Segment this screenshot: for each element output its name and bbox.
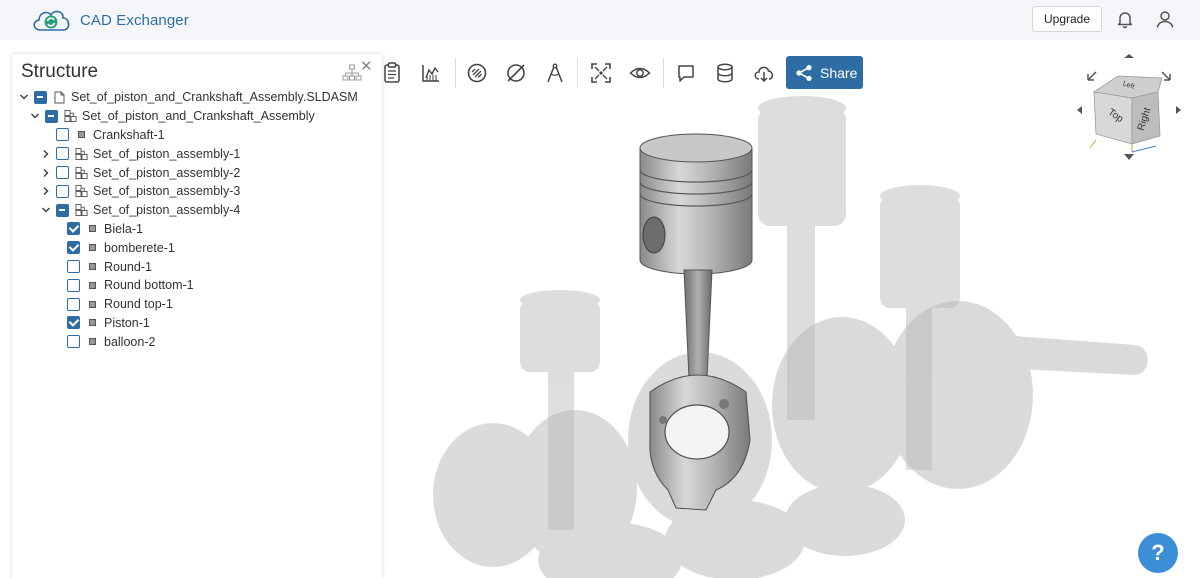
toolbar-separator	[455, 58, 456, 88]
render-style-icon[interactable]	[465, 61, 489, 85]
hide-geometry-icon[interactable]	[504, 61, 528, 85]
chevron-down-icon[interactable]	[18, 91, 30, 103]
visibility-checkbox[interactable]	[56, 166, 69, 180]
assembly-icon	[75, 166, 88, 179]
structure-title: Structure	[21, 61, 99, 82]
nav-arrow-right-icon	[1176, 106, 1181, 114]
cloud-download-icon[interactable]	[752, 61, 776, 85]
part-icon	[86, 279, 99, 292]
file-icon	[53, 91, 66, 104]
part-icon	[86, 316, 99, 329]
tree-view-icon[interactable]	[342, 64, 362, 84]
bell-icon[interactable]	[1114, 8, 1136, 30]
tree-node-label: Set_of_piston_and_Crankshaft_Assembly	[82, 109, 315, 124]
tree-row[interactable]: bomberete-1	[12, 238, 382, 257]
nav-arrow-down-icon	[1124, 154, 1134, 160]
share-button[interactable]: Share	[786, 56, 863, 89]
visibility-checkbox[interactable]	[56, 147, 69, 161]
tree-node-label: Biela-1	[104, 221, 143, 236]
structure-tree: Set_of_piston_and_Crankshaft_Assembly.SL…	[12, 88, 382, 351]
visibility-checkbox[interactable]	[56, 184, 69, 198]
close-icon[interactable]: ✕	[360, 57, 373, 75]
tree-node-label: Round top-1	[104, 297, 173, 312]
visibility-checkbox[interactable]	[67, 335, 80, 349]
tree-row[interactable]: Set_of_piston_assembly-1	[12, 144, 382, 163]
part-icon	[86, 222, 99, 235]
tree-row[interactable]: Set_of_piston_and_Crankshaft_Assembly.SL…	[12, 88, 382, 107]
tree-node-label: Set_of_piston_and_Crankshaft_Assembly.SL…	[71, 90, 358, 105]
upgrade-button[interactable]: Upgrade	[1032, 6, 1102, 32]
cad-exchanger-logo-icon	[33, 10, 70, 31]
tree-row[interactable]: Crankshaft-1	[12, 126, 382, 145]
part-icon	[86, 298, 99, 311]
assembly-icon	[75, 147, 88, 160]
app-name: CAD Exchanger	[80, 11, 189, 29]
part-icon	[86, 241, 99, 254]
visibility-checkbox[interactable]	[56, 128, 69, 142]
tree-row[interactable]: Biela-1	[12, 220, 382, 239]
share-icon	[796, 64, 812, 81]
top-bar: CAD Exchanger Upgrade	[0, 0, 1200, 40]
tree-node-label: Set_of_piston_assembly-1	[93, 146, 241, 161]
rotate-up-right-icon	[1161, 71, 1171, 81]
nav-arrow-up-icon	[1124, 54, 1134, 58]
comment-icon[interactable]	[674, 61, 698, 85]
visibility-checkbox[interactable]	[67, 278, 80, 292]
tree-row[interactable]: Set_of_piston_and_Crankshaft_Assembly	[12, 107, 382, 126]
visibility-checkbox[interactable]	[45, 109, 58, 123]
fit-all-icon[interactable]	[589, 61, 613, 85]
tree-node-label: Set_of_piston_assembly-2	[93, 165, 241, 180]
tree-node-label: Crankshaft-1	[93, 127, 165, 142]
visibility-checkbox[interactable]	[67, 316, 80, 330]
tree-row[interactable]: Round-1	[12, 257, 382, 276]
structure-panel: Structure ✕ Set_of_piston_and_Crankshaft…	[12, 54, 382, 578]
user-icon[interactable]	[1154, 8, 1176, 30]
tree-node-label: Round-1	[104, 259, 152, 274]
toolbar-separator	[577, 58, 578, 88]
help-button[interactable]: ?	[1138, 533, 1178, 573]
assembly-icon	[75, 185, 88, 198]
visibility-checkbox[interactable]	[67, 260, 80, 274]
assembly-icon	[64, 110, 77, 123]
tree-row[interactable]: Round bottom-1	[12, 276, 382, 295]
part-icon	[86, 335, 99, 348]
visibility-checkbox[interactable]	[34, 90, 47, 104]
rotate-up-left-icon	[1087, 71, 1097, 81]
share-label: Share	[820, 64, 858, 81]
measure-section-icon[interactable]	[419, 61, 443, 85]
chevron-down-icon[interactable]	[40, 204, 52, 216]
toolbar-separator	[663, 58, 664, 88]
tree-row[interactable]: Round top-1	[12, 295, 382, 314]
clipboard-icon[interactable]	[380, 61, 404, 85]
chevron-down-icon[interactable]	[29, 110, 41, 122]
nav-arrow-left-icon	[1077, 106, 1082, 114]
tree-row[interactable]: Set_of_piston_assembly-4	[12, 201, 382, 220]
database-icon[interactable]	[713, 61, 737, 85]
tree-row[interactable]: Set_of_piston_assembly-3	[12, 182, 382, 201]
tree-node-label: Piston-1	[104, 315, 150, 330]
visibility-checkbox[interactable]	[56, 203, 69, 217]
tree-node-label: Round bottom-1	[104, 278, 194, 293]
tree-node-label: bomberete-1	[104, 240, 175, 255]
visibility-checkbox[interactable]	[67, 241, 80, 255]
measure-angle-icon[interactable]	[543, 61, 567, 85]
chevron-right-icon[interactable]	[40, 185, 52, 197]
tree-row[interactable]: Set_of_piston_assembly-2	[12, 163, 382, 182]
chevron-right-icon[interactable]	[40, 148, 52, 160]
chevron-right-icon[interactable]	[40, 167, 52, 179]
part-icon	[86, 260, 99, 273]
visibility-checkbox[interactable]	[67, 297, 80, 311]
tree-row[interactable]: balloon-2	[12, 332, 382, 351]
assembly-icon	[75, 204, 88, 217]
brand[interactable]: CAD Exchanger	[30, 5, 189, 35]
tree-row[interactable]: Piston-1	[12, 314, 382, 333]
view-cube[interactable]: Left Top Right	[1076, 54, 1182, 166]
tree-node-label: Set_of_piston_assembly-4	[93, 203, 241, 218]
part-icon	[75, 128, 88, 141]
tree-node-label: Set_of_piston_assembly-3	[93, 184, 241, 199]
tree-node-label: balloon-2	[104, 334, 156, 349]
piston-assembly-4-render	[639, 133, 753, 511]
visibility-checkbox[interactable]	[67, 222, 80, 236]
eye-icon[interactable]	[628, 61, 652, 85]
